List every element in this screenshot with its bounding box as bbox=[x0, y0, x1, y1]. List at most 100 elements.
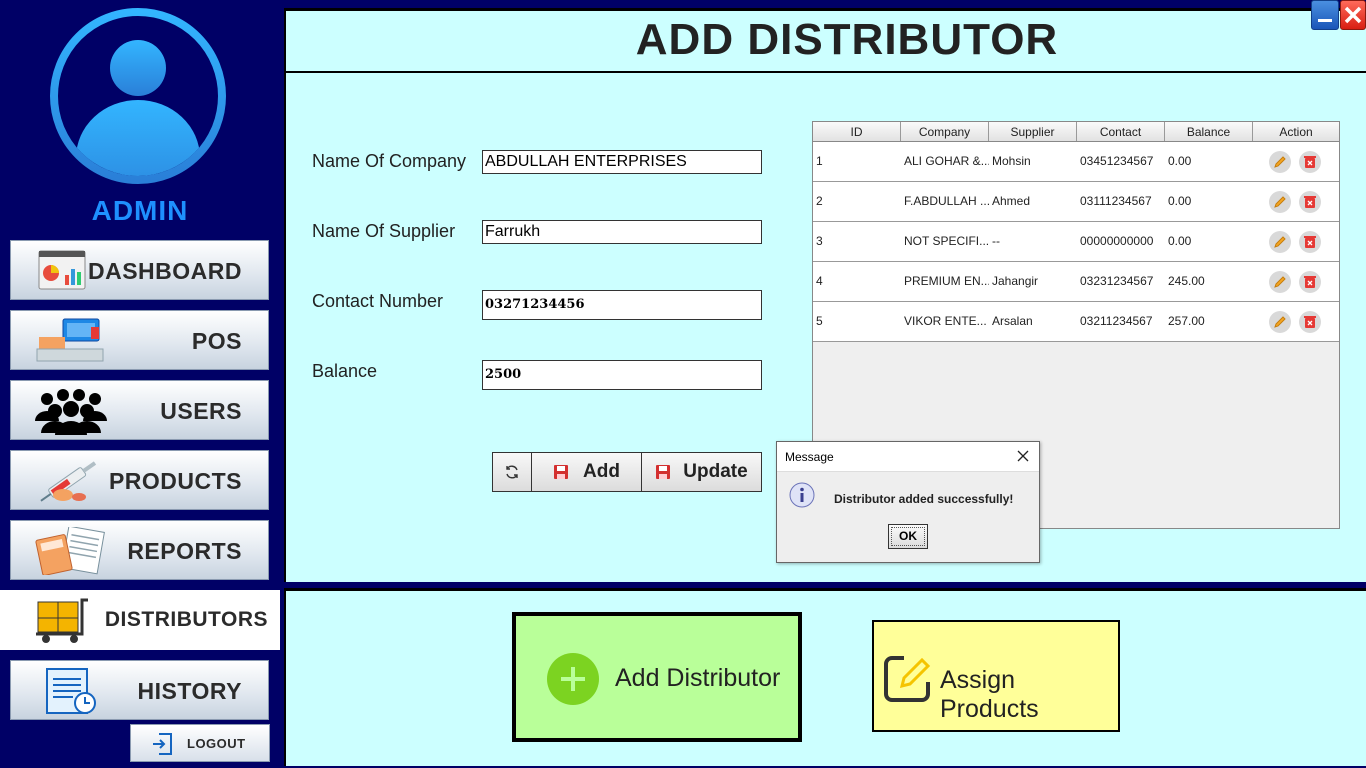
cell-contact: 03111234567 bbox=[1080, 194, 1152, 208]
cell-id: 3 bbox=[816, 234, 823, 248]
app-window: ADMIN DASHBOARD POS USERS PRODUCTS REPOR… bbox=[0, 0, 1366, 768]
trash-icon bbox=[1304, 155, 1316, 168]
contact-input[interactable]: 03271234456 bbox=[482, 290, 762, 320]
cell-company: F.ABDULLAH ... bbox=[904, 194, 989, 208]
edit-button[interactable] bbox=[1269, 310, 1291, 333]
cell-supplier: Jahangir bbox=[992, 274, 1039, 288]
sidebar-item-dashboard[interactable]: DASHBOARD bbox=[10, 240, 269, 300]
cell-id: 4 bbox=[816, 274, 823, 288]
column-header-id[interactable]: ID bbox=[813, 122, 901, 141]
edit-button[interactable] bbox=[1269, 190, 1291, 213]
sidebar-item-label: REPORTS bbox=[127, 538, 242, 564]
sidebar: ADMIN DASHBOARD POS USERS PRODUCTS REPOR… bbox=[0, 0, 282, 768]
cell-balance: 0.00 bbox=[1168, 154, 1192, 168]
dialog-title: Message bbox=[785, 450, 834, 464]
cell-supplier: Arsalan bbox=[992, 314, 1033, 328]
sidebar-item-distributors[interactable]: DISTRIBUTORS bbox=[0, 590, 280, 650]
users-group-icon bbox=[35, 389, 107, 435]
column-header-contact[interactable]: Contact bbox=[1077, 122, 1165, 141]
sidebar-item-products[interactable]: PRODUCTS bbox=[10, 450, 269, 510]
sidebar-item-label: USERS bbox=[160, 398, 242, 424]
table-row[interactable]: 3 NOT SPECIFI... -- 00000000000 0.00 bbox=[813, 222, 1339, 262]
cell-contact: 03211234567 bbox=[1080, 314, 1153, 328]
update-button[interactable]: Update bbox=[642, 452, 762, 492]
column-header-supplier[interactable]: Supplier bbox=[989, 122, 1077, 141]
cell-balance: 245.00 bbox=[1168, 274, 1205, 288]
assign-products-button[interactable]: Assign Products bbox=[872, 620, 1120, 732]
delete-button[interactable] bbox=[1299, 270, 1321, 293]
cell-action bbox=[1253, 182, 1339, 221]
calculator-report-icon bbox=[35, 527, 105, 575]
trash-icon bbox=[1304, 275, 1316, 288]
table-row[interactable]: 1 ALI GOHAR &... Mohsin 03451234567 0.00 bbox=[813, 142, 1339, 182]
delete-button[interactable] bbox=[1299, 190, 1321, 213]
dialog-message: Distributor added successfully! bbox=[834, 492, 1014, 506]
delete-button[interactable] bbox=[1299, 230, 1321, 253]
add-button[interactable]: Add bbox=[532, 452, 642, 492]
ok-button[interactable]: OK bbox=[888, 524, 928, 549]
sidebar-item-users[interactable]: USERS bbox=[10, 380, 269, 440]
refresh-button[interactable] bbox=[492, 452, 532, 492]
sidebar-item-history[interactable]: HISTORY bbox=[10, 660, 269, 720]
dialog-title-bar[interactable]: Message bbox=[777, 442, 1039, 472]
edit-button[interactable] bbox=[1269, 230, 1291, 253]
delete-button[interactable] bbox=[1299, 310, 1321, 333]
delete-button[interactable] bbox=[1299, 150, 1321, 173]
column-header-balance[interactable]: Balance bbox=[1165, 122, 1253, 141]
balance-input[interactable]: 2500 bbox=[482, 360, 762, 390]
refresh-icon bbox=[506, 465, 518, 479]
table-row[interactable]: 5 VIKOR ENTE... Arsalan 03211234567 257.… bbox=[813, 302, 1339, 342]
update-button-label: Update bbox=[683, 461, 748, 482]
close-icon[interactable] bbox=[1015, 448, 1031, 464]
assign-products-label: Assign Products bbox=[940, 666, 1039, 723]
close-icon bbox=[1344, 6, 1362, 24]
save-icon bbox=[656, 465, 671, 479]
save-icon bbox=[554, 465, 569, 479]
cell-action bbox=[1253, 302, 1339, 341]
column-header-action[interactable]: Action bbox=[1253, 122, 1339, 141]
pencil-icon bbox=[1274, 155, 1286, 168]
cell-company: VIKOR ENTE... bbox=[904, 314, 987, 328]
contact-label: Contact Number bbox=[312, 291, 444, 311]
cell-balance: 257.00 bbox=[1168, 314, 1205, 328]
table-header: ID Company Supplier Contact Balance Acti… bbox=[813, 122, 1339, 142]
edit-button[interactable] bbox=[1269, 270, 1291, 293]
add-button-label: Add bbox=[583, 461, 620, 482]
cell-id: 5 bbox=[816, 314, 823, 328]
cell-action bbox=[1253, 142, 1339, 181]
trash-icon bbox=[1304, 195, 1316, 208]
company-input[interactable]: ABDULLAH ENTERPRISES bbox=[482, 150, 762, 174]
close-window-button[interactable] bbox=[1340, 0, 1366, 30]
logout-label: LOGOUT bbox=[187, 736, 246, 751]
cell-action bbox=[1253, 262, 1339, 301]
supplier-label: Name Of Supplier bbox=[312, 221, 456, 241]
edit-button[interactable] bbox=[1269, 150, 1291, 173]
add-distributor-label: Add Distributor bbox=[615, 664, 781, 692]
pencil-icon bbox=[1274, 195, 1286, 208]
sidebar-item-reports[interactable]: REPORTS bbox=[10, 520, 269, 580]
sidebar-item-pos[interactable]: POS bbox=[10, 310, 269, 370]
minimize-button[interactable] bbox=[1311, 0, 1339, 30]
logout-icon bbox=[153, 733, 172, 755]
sidebar-item-label: PRODUCTS bbox=[108, 468, 242, 494]
add-distributor-button[interactable]: Add Distributor bbox=[512, 612, 802, 742]
table-row[interactable]: 2 F.ABDULLAH ... Ahmed 03111234567 0.00 bbox=[813, 182, 1339, 222]
title-bar: ADD DISTRIBUTOR bbox=[286, 11, 1366, 73]
logout-button[interactable]: LOGOUT bbox=[130, 724, 270, 762]
message-dialog: Message Distributor added successfully! … bbox=[776, 441, 1040, 563]
admin-avatar-icon bbox=[50, 8, 226, 184]
cell-id: 2 bbox=[816, 194, 823, 208]
company-label: Name Of Company bbox=[312, 151, 467, 171]
user-role-label: ADMIN bbox=[91, 195, 189, 226]
cell-company: PREMIUM EN... bbox=[904, 274, 989, 288]
supplier-input[interactable]: Farrukh bbox=[482, 220, 762, 244]
cell-company: NOT SPECIFI... bbox=[904, 234, 989, 248]
cell-id: 1 bbox=[816, 154, 823, 168]
plus-circle-icon bbox=[547, 653, 599, 705]
column-header-company[interactable]: Company bbox=[901, 122, 989, 141]
sidebar-item-label: HISTORY bbox=[137, 678, 242, 704]
table-row[interactable]: 4 PREMIUM EN... Jahangir 03231234567 245… bbox=[813, 262, 1339, 302]
cell-action bbox=[1253, 222, 1339, 261]
cell-company: ALI GOHAR &... bbox=[904, 154, 989, 168]
trash-icon bbox=[1304, 235, 1316, 248]
